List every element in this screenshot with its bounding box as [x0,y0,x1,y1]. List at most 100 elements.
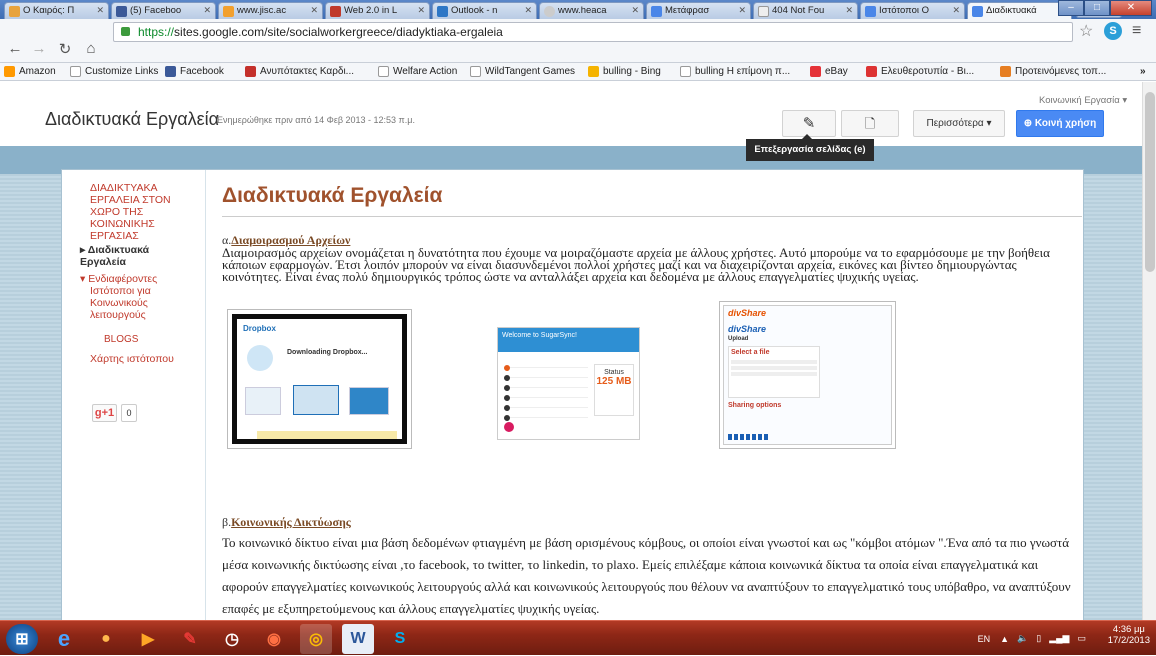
language-indicator[interactable]: EN [978,634,991,644]
google-plus-one[interactable]: g+1 0 [92,404,137,422]
bookmark-item[interactable]: WildTangent Games [470,66,575,77]
bookmarks-overflow[interactable]: » [1140,66,1146,77]
back-arrow-icon[interactable]: ← [6,40,24,57]
close-icon[interactable]: ✕ [417,5,425,16]
sidebar-item-tools-social-work[interactable]: ΔΙΑΔΙΚΤΥΑΚΑ ΕΡΓΑΛΕΙΑ ΣΤΟΝ ΧΩΡΟ ΤΗΣ ΚΟΙΝΩ… [90,182,171,242]
new-page-icon: 🗋 [864,116,876,131]
browser-tab[interactable]: www.jisc.ac ✕ [218,2,323,19]
web-page: Διαδικτυακά Εργαλεία Ενημερώθηκε πριν απ… [0,82,1142,620]
close-icon[interactable]: ✕ [631,5,639,16]
sidebar-item-interesting-sites[interactable]: ▾ Ενδιαφέροντες Ιστότοποι για Κοινωνικού… [80,273,157,321]
main-content: Διαδικτυακά Εργαλεία α.Διαμοιρασμού Αρχε… [212,170,1084,620]
sites-icon [972,6,983,17]
browser-tab[interactable]: (5) Faceboo ✕ [111,2,216,19]
browser-tab-active[interactable]: Διαδικτυακά✕ [967,2,1072,20]
sidebar-item-sitemap[interactable]: Χάρτης ιστότοπου [90,353,174,365]
youtube-icon [245,66,256,77]
network-icon[interactable]: ▂▄▆ [1049,633,1069,644]
edit-page-button[interactable]: ✎ [782,110,836,137]
media-player-icon[interactable]: ▶ [132,624,164,654]
show-hidden-icons[interactable]: ▲ [1000,634,1009,644]
bookmark-item[interactable]: bulling - Bing [588,66,661,77]
tab-favicon [544,6,555,17]
clock-app-icon[interactable]: ◷ [216,624,248,654]
address-bar[interactable]: https://sites.google.com/site/socialwork… [113,22,1073,42]
tab-favicon [9,6,20,17]
browser-tab-strip: Ο Καιρός: Π ✕ (5) Faceboo ✕ www.jisc.ac ✕ W… [0,0,1156,20]
bookmark-item[interactable]: Ανυπότακτες Καρδι... [245,66,354,77]
browser-tab[interactable]: Ο Καιρός: Π ✕ [4,2,109,19]
more-button[interactable]: Περισσότερα ▾ [913,110,1005,137]
system-tray: EN ▲ 🔈 ▯ ▂▄▆ ▭ [978,621,1086,656]
site-title[interactable]: Διαδικτυακά Εργαλεία [45,109,219,130]
home-icon[interactable]: ⌂ [82,40,100,57]
page-scrollbar[interactable] [1142,82,1156,620]
bookmark-item[interactable]: bulling Η επίμονη π... [680,66,790,77]
chrome-menu-icon[interactable]: ≡ [1132,22,1141,40]
ebay-icon [810,66,821,77]
bookmark-item[interactable]: Customize Links [70,66,158,77]
dropbox-screenshot[interactable]: Dropbox Downloading Dropbox... [227,309,412,449]
new-page-button[interactable]: 🗋 [841,110,899,137]
paint-icon[interactable]: ✎ [174,624,206,654]
divshare-logo: divShare [728,308,767,318]
chrome-icon[interactable]: ◎ [300,624,332,654]
page-icon [470,66,481,77]
action-center-icon[interactable]: ▭ [1077,633,1086,644]
skype-taskbar-icon[interactable]: S [384,624,416,654]
section-b-link[interactable]: Κοινωνικής Δικτύωσης [231,515,351,529]
bookmark-item[interactable]: eBay [810,66,848,77]
close-icon[interactable]: ✕ [952,5,960,16]
minimize-button[interactable]: – [1058,0,1084,16]
start-button[interactable]: ⊞ [6,624,38,654]
browser-tab[interactable]: Outlook - n ✕ [432,2,537,19]
forward-arrow-icon[interactable]: → [30,40,48,57]
skype-extension-icon[interactable]: S [1104,22,1122,40]
reload-icon[interactable]: ↻ [56,40,74,58]
divshare-logo-2: divShare [728,324,767,334]
close-icon[interactable]: ✕ [310,5,318,16]
step-row [504,368,588,381]
close-icon[interactable]: ✕ [738,5,746,16]
thumb-2 [293,385,339,415]
bookmark-item[interactable]: Facebook [165,66,224,77]
thumb-1 [245,387,281,415]
plus-one-button[interactable]: g+1 [92,404,117,422]
system-clock[interactable]: 4:36 μμ 17/2/2013 [1108,624,1150,646]
share-icon: ⊕ [1023,118,1035,129]
word-icon[interactable]: W [342,624,374,654]
section-a-paragraph: Διαμοιρασμός αρχείων ονομάζεται η δυνατό… [222,245,1050,284]
close-icon[interactable]: ✕ [96,5,104,16]
close-icon[interactable]: ✕ [845,5,853,16]
divshare-screenshot[interactable]: divShare divShare Upload Select a file S… [719,301,896,449]
site-subtitle-link[interactable]: Κοινωνική Εργασία ▾ [1039,95,1127,106]
share-button[interactable]: ⊕ Κοινή χρήση [1016,110,1104,137]
browser-tab[interactable]: Μετάφρασ ✕ [646,2,751,19]
window-close-button[interactable]: ✕ [1110,0,1152,16]
bookmark-item[interactable]: Welfare Action [378,66,457,77]
volume-icon[interactable]: 🔈 [1017,633,1028,644]
sidebar-item-blogs[interactable]: BLOGS [104,334,138,346]
sugarsync-screenshot[interactable]: Welcome to SugarSync! Status 125 MB [497,327,640,440]
bookmark-star-icon[interactable]: ☆ [1079,21,1093,41]
sugarsync-header: Welcome to SugarSync! [498,328,639,352]
bookmark-item[interactable]: Amazon [4,66,56,77]
bookmark-item[interactable]: Ελευθεροτυπία - Βι... [866,66,974,77]
browser-tab[interactable]: Ιστότοποι Ο ✕ [860,2,965,19]
battery-icon[interactable]: ▯ [1036,633,1041,644]
browser-tab[interactable]: Web 2.0 in L ✕ [325,2,430,19]
bookmark-item[interactable]: Προτεινόμενες τοπ... [1000,66,1106,77]
close-icon[interactable]: ✕ [524,5,532,16]
scrollbar-thumb[interactable] [1145,92,1155,272]
divshare-window: divShare divShare Upload Select a file S… [723,305,892,445]
internet-explorer-icon[interactable]: e [48,624,80,654]
divshare-sharing: Sharing options [728,402,782,409]
lock-icon [121,27,130,36]
close-icon[interactable]: ✕ [203,5,211,16]
sidebar-item-current[interactable]: ▸ Διαδικτυακά Εργαλεία [80,244,149,268]
skype-icon[interactable]: ● [90,624,122,654]
browser-tab[interactable]: www.heaca ✕ [539,2,644,19]
firefox-icon[interactable]: ◉ [258,624,290,654]
browser-tab[interactable]: 404 Not Fou ✕ [753,2,858,19]
maximize-button[interactable]: □ [1084,0,1110,16]
